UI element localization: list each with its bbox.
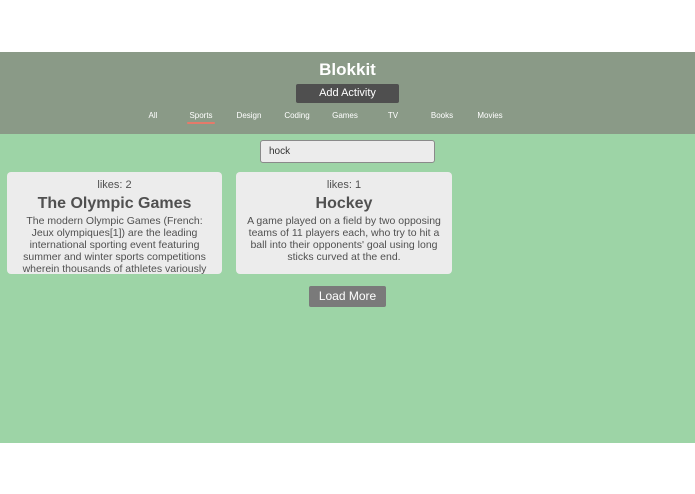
tab-books[interactable]: Books xyxy=(418,110,466,122)
card-description: The modern Olympic Games (French: Jeux o… xyxy=(22,215,207,274)
search-input[interactable] xyxy=(260,140,435,163)
card-likes: likes: 2 xyxy=(97,179,132,191)
tab-coding[interactable]: Coding xyxy=(273,110,321,122)
app-container: Blokkit Add Activity All Sports Design C… xyxy=(0,52,695,443)
activity-card[interactable]: likes: 1 Hockey A game played on a field… xyxy=(236,172,452,274)
card-title: Hockey xyxy=(315,195,373,212)
header: Blokkit Add Activity All Sports Design C… xyxy=(0,52,695,134)
add-activity-button[interactable]: Add Activity xyxy=(296,84,399,103)
activity-card[interactable]: likes: 2 The Olympic Games The modern Ol… xyxy=(7,172,222,274)
load-more-button[interactable]: Load More xyxy=(309,286,386,307)
tab-movies[interactable]: Movies xyxy=(466,110,514,122)
tab-tv[interactable]: TV xyxy=(369,110,417,122)
tab-all[interactable]: All xyxy=(129,110,177,122)
tab-sports[interactable]: Sports xyxy=(177,110,225,124)
tab-design[interactable]: Design xyxy=(225,110,273,122)
card-likes: likes: 1 xyxy=(326,179,362,191)
tab-games[interactable]: Games xyxy=(321,110,369,122)
card-description: A game played on a field by two opposing… xyxy=(247,215,441,263)
card-title: The Olympic Games xyxy=(37,195,192,212)
category-nav: All Sports Design Coding Games TV Books … xyxy=(0,110,695,126)
app-title: Blokkit xyxy=(319,60,376,79)
